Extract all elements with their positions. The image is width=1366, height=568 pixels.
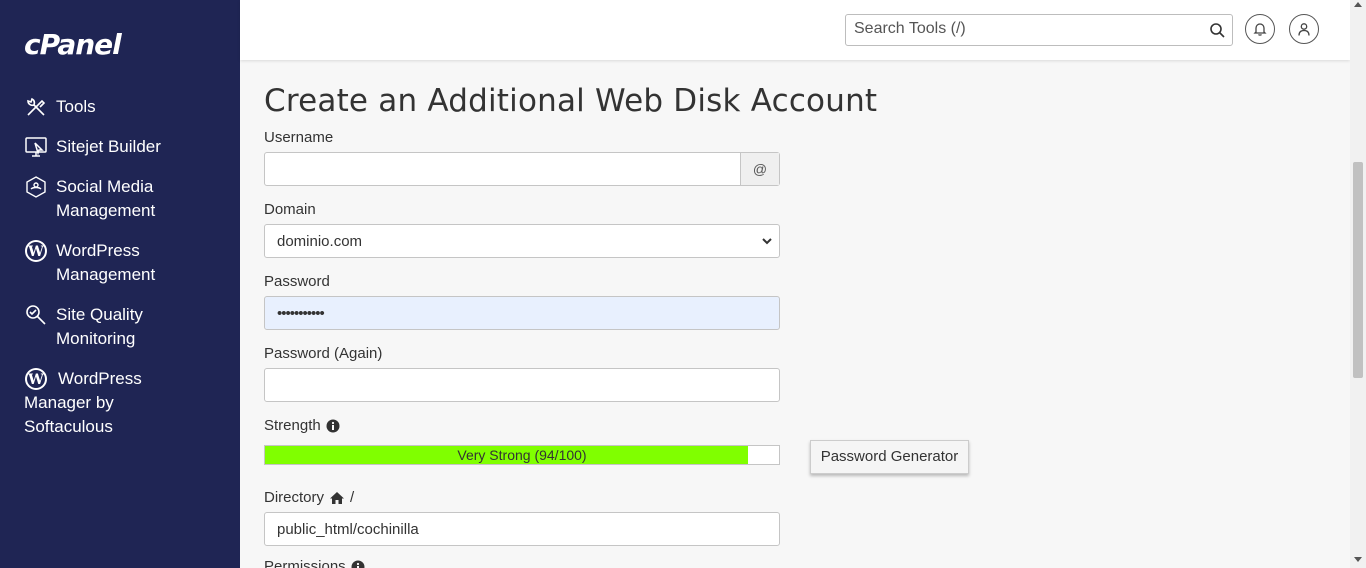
wordpress-icon: W [25,368,47,390]
chevron-down-icon [762,238,772,245]
domain-label: Domain [264,201,316,218]
sidebar-item-label: WordPress Management [56,241,156,284]
domain-selected-value: dominio.com [277,233,363,250]
username-label: Username [264,129,334,146]
search-input[interactable] [846,15,1212,43]
sidebar-item-tools[interactable]: Tools [24,95,206,119]
scroll-thumb[interactable] [1353,162,1363,378]
scroll-up-arrow-icon[interactable] [1354,2,1362,7]
sidebar: cPanel Tools Sitejet Builder Social Medi… [0,0,240,568]
directory-input[interactable] [265,513,779,545]
sidebar-item-label: Sitejet Builder [56,137,161,156]
sidebar-item-wordpress-management[interactable]: W WordPress Management [24,239,206,287]
password-input[interactable] [265,297,779,329]
scroll-down-arrow-icon[interactable] [1354,557,1362,562]
directory-separator: / [350,489,355,506]
permissions-label-row: Permissions [264,558,365,568]
social-media-icon [26,176,46,198]
username-field-group: @ [264,152,780,186]
user-menu-button[interactable] [1289,14,1319,44]
strength-text: Very Strong (94/100) [457,447,587,463]
notifications-button[interactable] [1245,14,1275,44]
sidebar-item-label: Social Media Management [56,177,156,220]
sitejet-icon [25,137,47,157]
user-icon [1298,23,1310,36]
sidebar-item-label: Tools [56,97,96,116]
sidebar-item-social-media[interactable]: Social Media Management [24,175,206,223]
password-generator-button[interactable]: Password Generator [810,440,969,474]
info-icon[interactable] [351,560,365,568]
username-at-addon: @ [740,153,779,185]
password-label: Password [264,273,330,290]
sidebar-item-sitejet-builder[interactable]: Sitejet Builder [24,135,206,159]
sidebar-item-label: WordPress Manager by Softaculous [24,369,142,436]
info-icon[interactable] [326,419,340,433]
permissions-label: Permissions [264,558,346,568]
tools-icon [27,97,46,116]
search-box [845,14,1233,46]
directory-label-row: Directory / [264,489,354,506]
search-icon[interactable] [1209,22,1225,38]
domain-select[interactable]: dominio.com [264,224,780,258]
directory-field [264,512,780,546]
svg-text:W: W [27,372,44,388]
directory-label: Directory [264,489,325,506]
strength-label-row: Strength [264,417,340,434]
password-again-field [264,368,780,402]
wordpress-icon: W [25,240,47,262]
password-field [264,296,780,330]
cpanel-logo[interactable]: cPanel [24,28,122,61]
password-again-input[interactable] [265,369,779,401]
strength-label: Strength [264,417,321,434]
password-again-label: Password (Again) [264,345,383,362]
top-bar [240,0,1350,60]
page-scrollbar[interactable] [1350,0,1366,568]
bell-icon [1253,23,1267,36]
site-quality-icon [26,305,46,325]
username-input[interactable] [265,153,741,185]
password-strength-meter: Very Strong (94/100) [264,445,780,465]
page-title: Create an Additional Web Disk Account [264,83,878,119]
svg-text:W: W [27,244,44,260]
home-icon [330,491,345,504]
sidebar-item-site-quality[interactable]: Site Quality Monitoring [24,303,206,351]
sidebar-item-wordpress-manager-softaculous[interactable]: W WordPress Manager by Softaculous [24,367,194,439]
sidebar-item-label: Site Quality Monitoring [56,305,143,348]
